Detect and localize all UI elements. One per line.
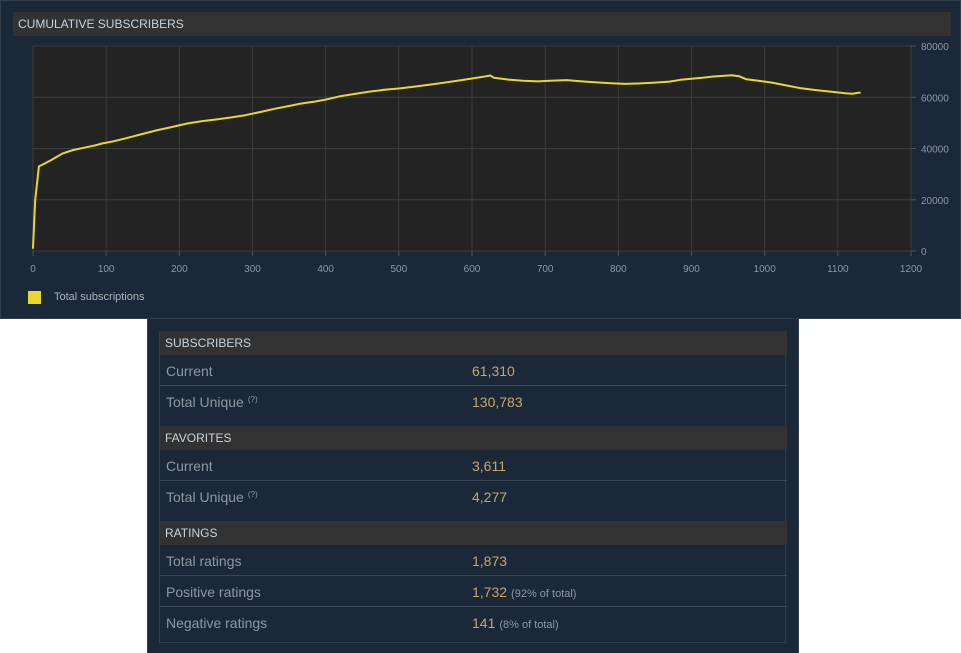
row-label-text: Total Unique — [166, 489, 244, 505]
row-value: 1,732 (92% of total) — [472, 584, 576, 600]
row-label: Total ratings — [166, 553, 242, 569]
row-value: 1,873 — [472, 553, 508, 569]
y-tick-label: 40000 — [921, 145, 949, 156]
x-tick-label: 300 — [244, 264, 261, 275]
section-header-favorites: FAVORITES — [160, 426, 787, 450]
x-tick-label: 100 — [98, 264, 115, 275]
row-value: 130,783 — [472, 394, 523, 410]
legend-label-total-subscriptions: Total subscriptions — [54, 291, 145, 303]
x-tick-label: 900 — [683, 264, 700, 275]
stats-row-total-ratings: Total ratings 1,873 — [160, 545, 787, 576]
x-tick-label: 800 — [610, 264, 627, 275]
x-tick-label: 500 — [390, 264, 407, 275]
chart-panel: 0 100 200 300 400 500 600 700 800 900 1000 1100 1200… — [0, 0, 961, 319]
row-value-note: (92% of total) — [511, 588, 577, 600]
x-tick-label: 200 — [171, 264, 188, 275]
x-tick-label: 700 — [537, 264, 554, 275]
stats-panel: SUBSCRIBERS Current 61,310 Total Unique (… — [147, 319, 799, 653]
row-label: Current — [166, 458, 213, 474]
stats-row-favorites-unique: Total Unique (?) 4,277 — [160, 481, 787, 512]
row-value: 4,277 — [472, 489, 508, 505]
legend-swatch — [28, 290, 41, 304]
section-header-ratings: RATINGS — [160, 521, 787, 545]
x-tick-label: 1200 — [900, 264, 923, 275]
y-tick-label: 20000 — [921, 196, 949, 207]
subscribers-line-chart: 0 100 200 300 400 500 600 700 800 900 1000 1100 1200… — [30, 42, 949, 275]
row-label: Negative ratings — [166, 615, 268, 631]
y-tick-label: 60000 — [921, 93, 949, 104]
stats-row-positive-ratings: Positive ratings 1,732 (92% of total) — [160, 576, 787, 607]
row-label: Positive ratings — [166, 584, 261, 600]
stats-row-subscribers-unique: Total Unique (?) 130,783 — [160, 386, 787, 417]
row-value: 3,611 — [472, 458, 506, 474]
stats-table: SUBSCRIBERS Current 61,310 Total Unique (… — [159, 331, 787, 643]
stats-row-subscribers-current: Current 61,310 — [160, 355, 787, 386]
row-value-number: 1,732 — [472, 584, 508, 600]
row-value-note: (8% of total) — [499, 619, 559, 631]
row-label: Total Unique (?) — [166, 394, 258, 410]
section-header-subscribers: SUBSCRIBERS — [160, 331, 787, 355]
x-tick-label: 400 — [317, 264, 334, 275]
chart-legend[interactable]: Total subscriptions — [28, 289, 145, 305]
x-tick-label: 600 — [464, 264, 481, 275]
chart-title: CUMULATIVE SUBSCRIBERS — [13, 12, 951, 36]
row-label: Total Unique (?) — [166, 489, 258, 505]
row-label-text: Total Unique — [166, 394, 244, 410]
x-tick-label: 0 — [30, 264, 36, 275]
help-icon[interactable]: (?) — [248, 395, 258, 404]
y-tick-label: 80000 — [921, 42, 949, 53]
row-value-number: 141 — [472, 615, 496, 631]
row-label: Current — [166, 363, 213, 379]
stats-row-favorites-current: Current 3,611 — [160, 450, 787, 481]
y-tick-label: 0 — [921, 247, 927, 258]
x-tick-label: 1000 — [754, 264, 777, 275]
row-value: 61,310 — [472, 363, 515, 379]
x-tick-label: 1100 — [827, 264, 849, 275]
help-icon[interactable]: (?) — [248, 490, 258, 499]
row-value: 141 (8% of total) — [472, 615, 559, 631]
stats-row-negative-ratings: Negative ratings 141 (8% of total) — [160, 607, 787, 638]
